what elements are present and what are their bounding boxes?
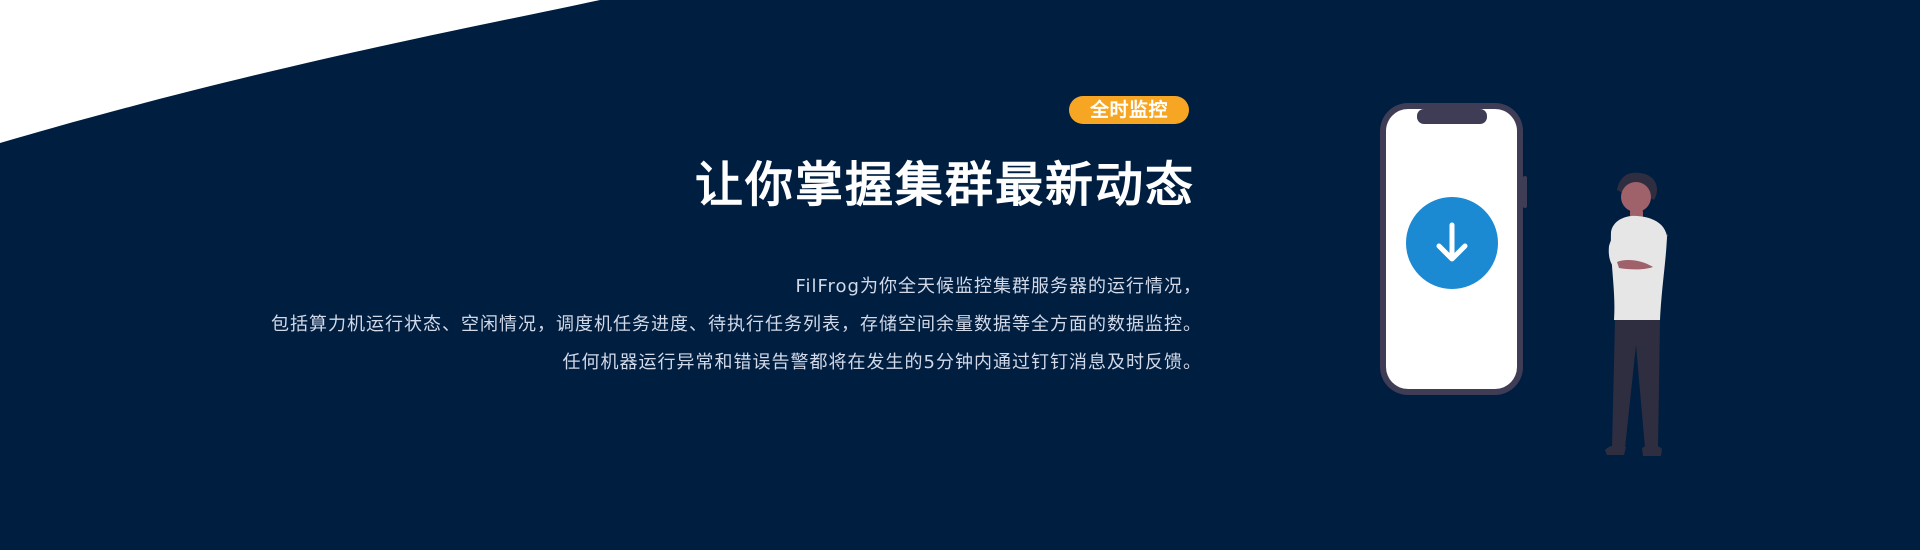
monitoring-badge: 全时监控 [1069,96,1189,124]
banner-title: 让你掌握集群最新动态 [694,157,1195,213]
standing-person-illustration [1605,172,1669,456]
description-line-2: 包括算力机运行状态、空闲情况，调度机任务进度、待执行任务列表，存储空间余量数据等… [271,314,1202,335]
phone-and-person-illustration [1380,103,1669,456]
banner-description: FilFrog为你全天候监控集群服务器的运行情况， 包括算力机运行状态、空闲情况… [102,268,1202,382]
monitoring-banner: 全时监控 让你掌握集群最新动态 FilFrog为你全天候监控集群服务器的运行情况… [0,0,1920,550]
description-line-3: 任何机器运行异常和错误告警都将在发生的5分钟内通过钉钉消息及时反馈。 [562,352,1202,373]
download-button[interactable] [1406,197,1498,289]
description-line-1: FilFrog为你全天候监控集群服务器的运行情况， [795,276,1202,297]
